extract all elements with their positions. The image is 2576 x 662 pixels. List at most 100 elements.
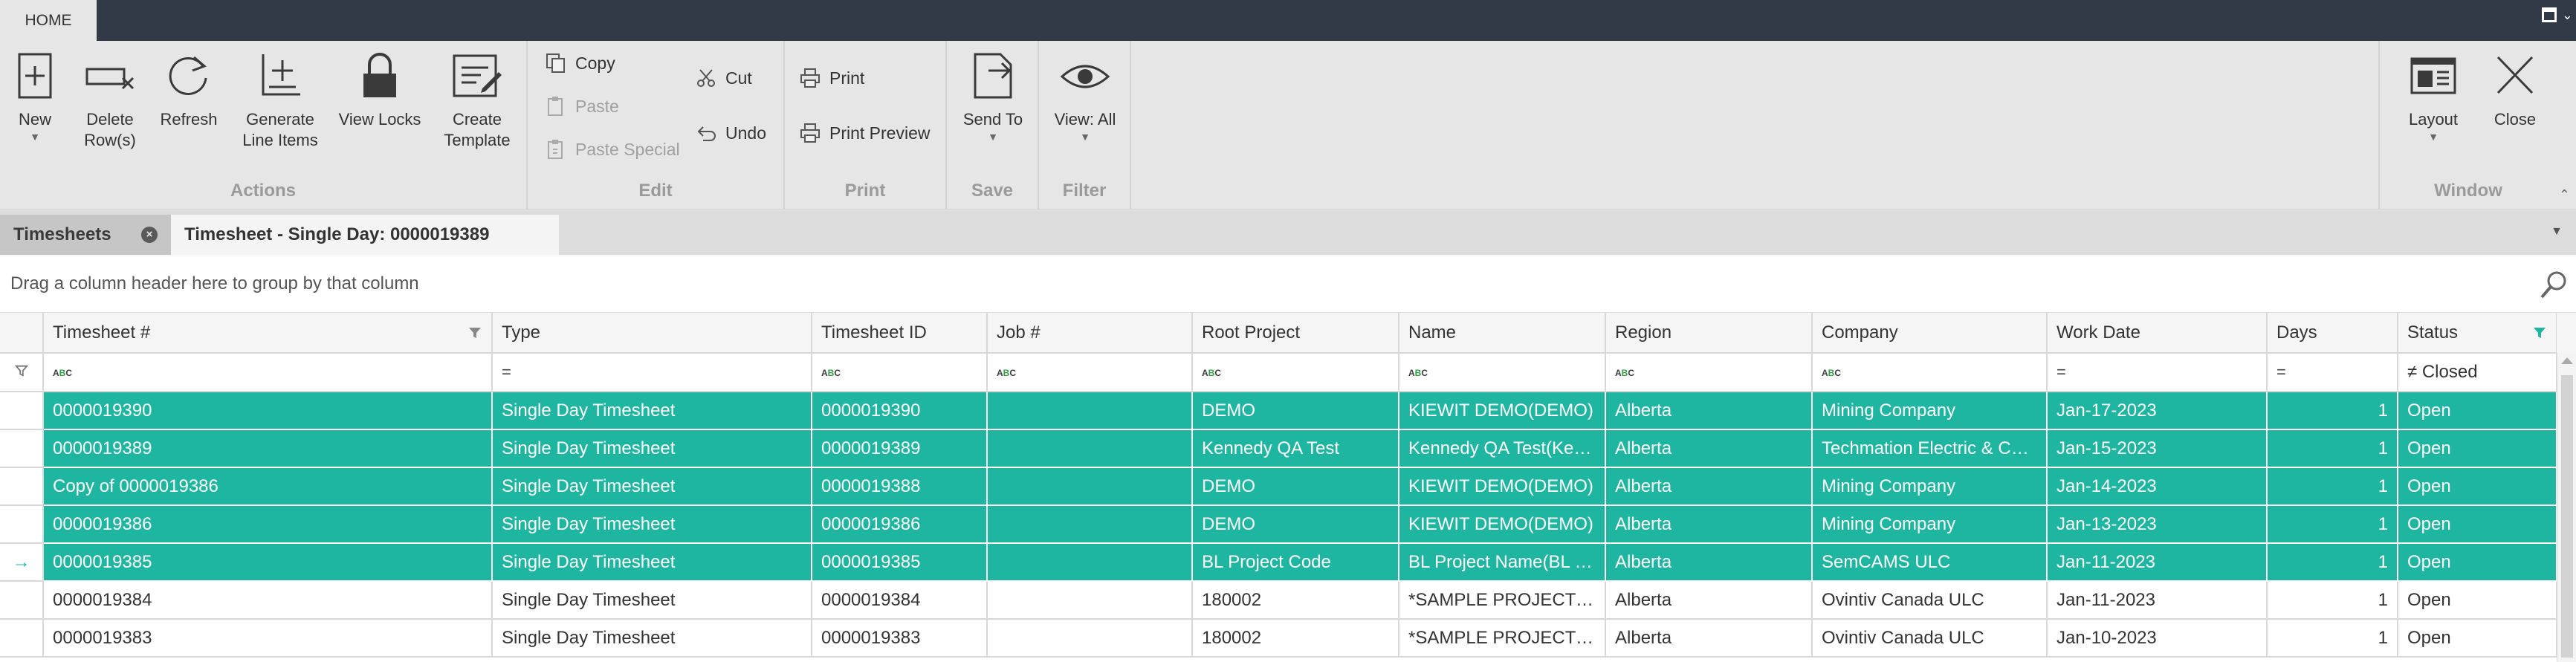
cell-work-date[interactable]: Jan-15-2023 xyxy=(2047,429,2268,468)
cell-job-no[interactable] xyxy=(987,429,1193,468)
scrollbar-thumb[interactable] xyxy=(2561,375,2573,658)
filter-cell-days[interactable]: = xyxy=(2267,353,2398,392)
row-indicator[interactable] xyxy=(0,429,44,468)
filter-cell-company[interactable]: ABC xyxy=(1812,353,2048,392)
delete-rows-button[interactable]: Delete Row(s) xyxy=(76,41,144,151)
cell-name[interactable]: *SAMPLE PROJECT (1... xyxy=(1399,619,1606,658)
cell-name[interactable]: KIEWIT DEMO(DEMO) xyxy=(1399,505,1606,544)
filter-cell-region[interactable]: ABC xyxy=(1605,353,1813,392)
scroll-up-icon[interactable] xyxy=(2561,357,2573,364)
cell-name[interactable]: KIEWIT DEMO(DEMO) xyxy=(1399,467,1606,506)
column-header-days[interactable]: Days xyxy=(2267,313,2398,354)
tabs-dropdown-icon[interactable]: ▼ xyxy=(2551,225,2563,238)
cell-region[interactable]: Alberta xyxy=(1605,581,1813,620)
filter-cell-timesheet-no[interactable]: ABC xyxy=(43,353,493,392)
filter-cell-work-date[interactable]: = xyxy=(2047,353,2268,392)
cell-job-no[interactable] xyxy=(987,581,1193,620)
cell-type[interactable]: Single Day Timesheet xyxy=(492,467,812,506)
cell-timesheet-id[interactable]: 0000019389 xyxy=(812,429,988,468)
cell-type[interactable]: Single Day Timesheet xyxy=(492,543,812,582)
cell-region[interactable]: Alberta xyxy=(1605,467,1813,506)
paste-button[interactable]: Paste xyxy=(546,96,619,117)
layout-button[interactable]: Layout ▼ xyxy=(2398,41,2469,142)
search-icon[interactable] xyxy=(2539,269,2570,304)
cell-job-no[interactable] xyxy=(987,543,1193,582)
row-indicator[interactable] xyxy=(0,505,44,544)
cell-company[interactable]: Ovintiv Canada ULC xyxy=(1812,581,2048,620)
cell-root-project[interactable]: 180002 xyxy=(1192,619,1399,658)
filter-cell-status[interactable]: ≠ Closed xyxy=(2398,353,2557,392)
cell-days[interactable]: 1 xyxy=(2267,392,2398,430)
cell-timesheet-id[interactable]: 0000019386 xyxy=(812,505,988,544)
column-header-root-project[interactable]: Root Project xyxy=(1192,313,1399,354)
text-filter-operator-icon[interactable]: ABC xyxy=(1615,368,1634,378)
cell-company[interactable]: Mining Company xyxy=(1812,392,2048,430)
cell-company[interactable]: SemCAMS ULC xyxy=(1812,543,2048,582)
cell-timesheet-no[interactable]: 0000019386 xyxy=(43,505,493,544)
cell-company[interactable]: Techmation Electric & Cont... xyxy=(1812,429,2048,468)
active-filter-icon[interactable] xyxy=(2532,325,2547,340)
cell-root-project[interactable]: 180002 xyxy=(1192,581,1399,620)
row-indicator[interactable] xyxy=(0,467,44,506)
cell-timesheet-id[interactable]: 0000019384 xyxy=(812,581,988,620)
table-row[interactable]: 0000019383 Single Day Timesheet 0000019383… xyxy=(0,619,2557,658)
cell-work-date[interactable]: Jan-11-2023 xyxy=(2047,581,2268,620)
cell-timesheet-no[interactable]: 0000019389 xyxy=(43,429,493,468)
view-locks-button[interactable]: View Locks xyxy=(334,41,425,130)
row-indicator[interactable] xyxy=(0,619,44,658)
undo-button[interactable]: Undo xyxy=(696,123,766,143)
text-filter-operator-icon[interactable]: ABC xyxy=(1408,368,1428,378)
cell-timesheet-no[interactable]: 0000019385 xyxy=(43,543,493,582)
paste-special-button[interactable]: Paste Special xyxy=(546,139,680,160)
cell-days[interactable]: 1 xyxy=(2267,619,2398,658)
cell-work-date[interactable]: Jan-11-2023 xyxy=(2047,543,2268,582)
table-row[interactable]: → 0000019385 Single Day Timesheet 000001938… xyxy=(0,543,2557,582)
cell-job-no[interactable] xyxy=(987,619,1193,658)
cell-work-date[interactable]: Jan-13-2023 xyxy=(2047,505,2268,544)
create-template-button[interactable]: Create Template xyxy=(434,41,520,151)
filter-cell-job-no[interactable]: ABC xyxy=(987,353,1193,392)
column-header-status[interactable]: Status xyxy=(2398,313,2557,354)
cell-root-project[interactable]: Kennedy QA Test xyxy=(1192,429,1399,468)
cell-status[interactable]: Open xyxy=(2398,467,2557,506)
cell-type[interactable]: Single Day Timesheet xyxy=(492,429,812,468)
cell-region[interactable]: Alberta xyxy=(1605,619,1813,658)
cell-work-date[interactable]: Jan-17-2023 xyxy=(2047,392,2268,430)
column-header-timesheet-id[interactable]: Timesheet ID xyxy=(812,313,988,354)
cell-timesheet-id[interactable]: 0000019388 xyxy=(812,467,988,506)
cell-type[interactable]: Single Day Timesheet xyxy=(492,581,812,620)
ribbon-collapse-icon[interactable]: ⌃ xyxy=(2559,187,2570,203)
cell-region[interactable]: Alberta xyxy=(1605,505,1813,544)
cell-job-no[interactable] xyxy=(987,505,1193,544)
print-button[interactable]: Print xyxy=(800,68,864,88)
cell-type[interactable]: Single Day Timesheet xyxy=(492,505,812,544)
table-row[interactable]: 0000019389 Single Day Timesheet 0000019389… xyxy=(0,429,2557,468)
cell-company[interactable]: Mining Company xyxy=(1812,505,2048,544)
new-button[interactable]: New ▼ xyxy=(6,41,64,142)
filter-cell-root-project[interactable]: ABC xyxy=(1192,353,1399,392)
cell-job-no[interactable] xyxy=(987,467,1193,506)
ribbon-options-icon[interactable]: ⌄ xyxy=(2562,7,2573,23)
window-restore-icon[interactable] xyxy=(2542,7,2557,22)
cell-days[interactable]: 1 xyxy=(2267,543,2398,582)
tab-timesheets[interactable]: Timesheets × xyxy=(0,215,171,255)
table-row[interactable]: 0000019384 Single Day Timesheet 0000019384… xyxy=(0,581,2557,620)
cell-type[interactable]: Single Day Timesheet xyxy=(492,619,812,658)
cell-root-project[interactable]: DEMO xyxy=(1192,505,1399,544)
cut-button[interactable]: Cut xyxy=(696,68,752,88)
column-header-timesheet-no[interactable]: Timesheet # xyxy=(43,313,493,354)
cell-type[interactable]: Single Day Timesheet xyxy=(492,392,812,430)
cell-region[interactable]: Alberta xyxy=(1605,392,1813,430)
text-filter-operator-icon[interactable]: ABC xyxy=(1202,368,1221,378)
tab-close-icon[interactable]: × xyxy=(141,227,158,243)
generate-line-items-button[interactable]: Generate Line Items xyxy=(235,41,326,151)
refresh-button[interactable]: Refresh xyxy=(155,41,223,130)
copy-button[interactable]: Copy xyxy=(546,53,615,74)
cell-company[interactable]: Ovintiv Canada ULC xyxy=(1812,619,2048,658)
vertical-scrollbar[interactable] xyxy=(2557,353,2576,662)
cell-job-no[interactable] xyxy=(987,392,1193,430)
cell-timesheet-id[interactable]: 0000019385 xyxy=(812,543,988,582)
cell-timesheet-id[interactable]: 0000019390 xyxy=(812,392,988,430)
cell-name[interactable]: Kennedy QA Test(Ken... xyxy=(1399,429,1606,468)
close-button[interactable]: Close xyxy=(2481,41,2549,130)
